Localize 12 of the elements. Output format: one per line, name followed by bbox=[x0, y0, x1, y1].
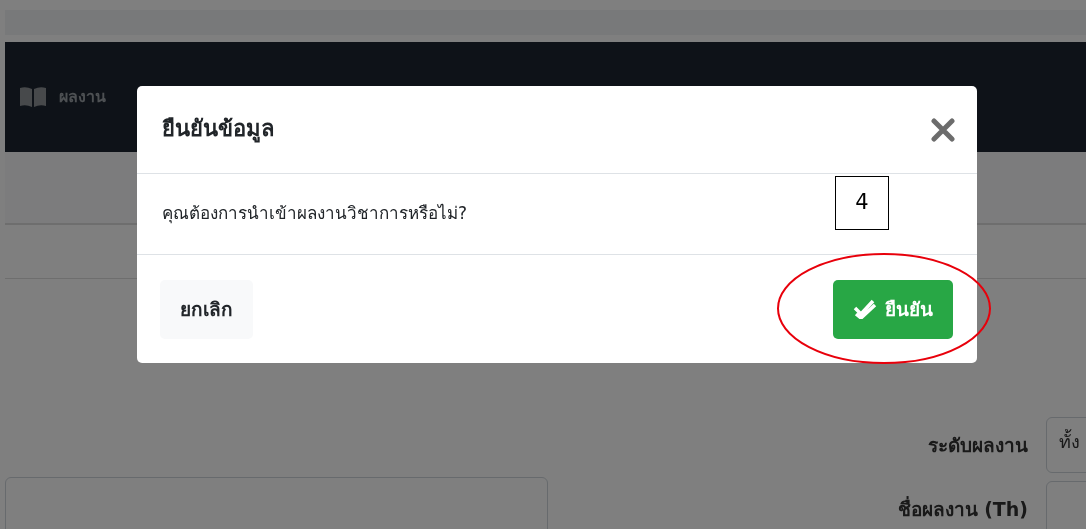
field-label: ชื่อผลงาน (Th) bbox=[897, 495, 1028, 522]
dialog-message: คุณต้องการนำเข้าผลงานวิชาการหรือไม่? bbox=[162, 202, 468, 226]
check-icon bbox=[853, 299, 877, 319]
close-icon[interactable] bbox=[931, 117, 955, 142]
nav-link[interactable]: ผลงาน bbox=[59, 85, 106, 109]
annotation-label: 4 bbox=[835, 176, 889, 230]
cancel-button[interactable]: ยกเลิก bbox=[160, 279, 253, 339]
field-label: ระดับผลงาน bbox=[928, 432, 1028, 458]
dialog-title: ยืนยันข้อมูล bbox=[162, 116, 274, 143]
book-icon bbox=[19, 86, 47, 108]
select-field[interactable]: ทั้ง bbox=[1046, 417, 1086, 473]
confirm-button[interactable]: ยืนยัน bbox=[833, 279, 953, 339]
